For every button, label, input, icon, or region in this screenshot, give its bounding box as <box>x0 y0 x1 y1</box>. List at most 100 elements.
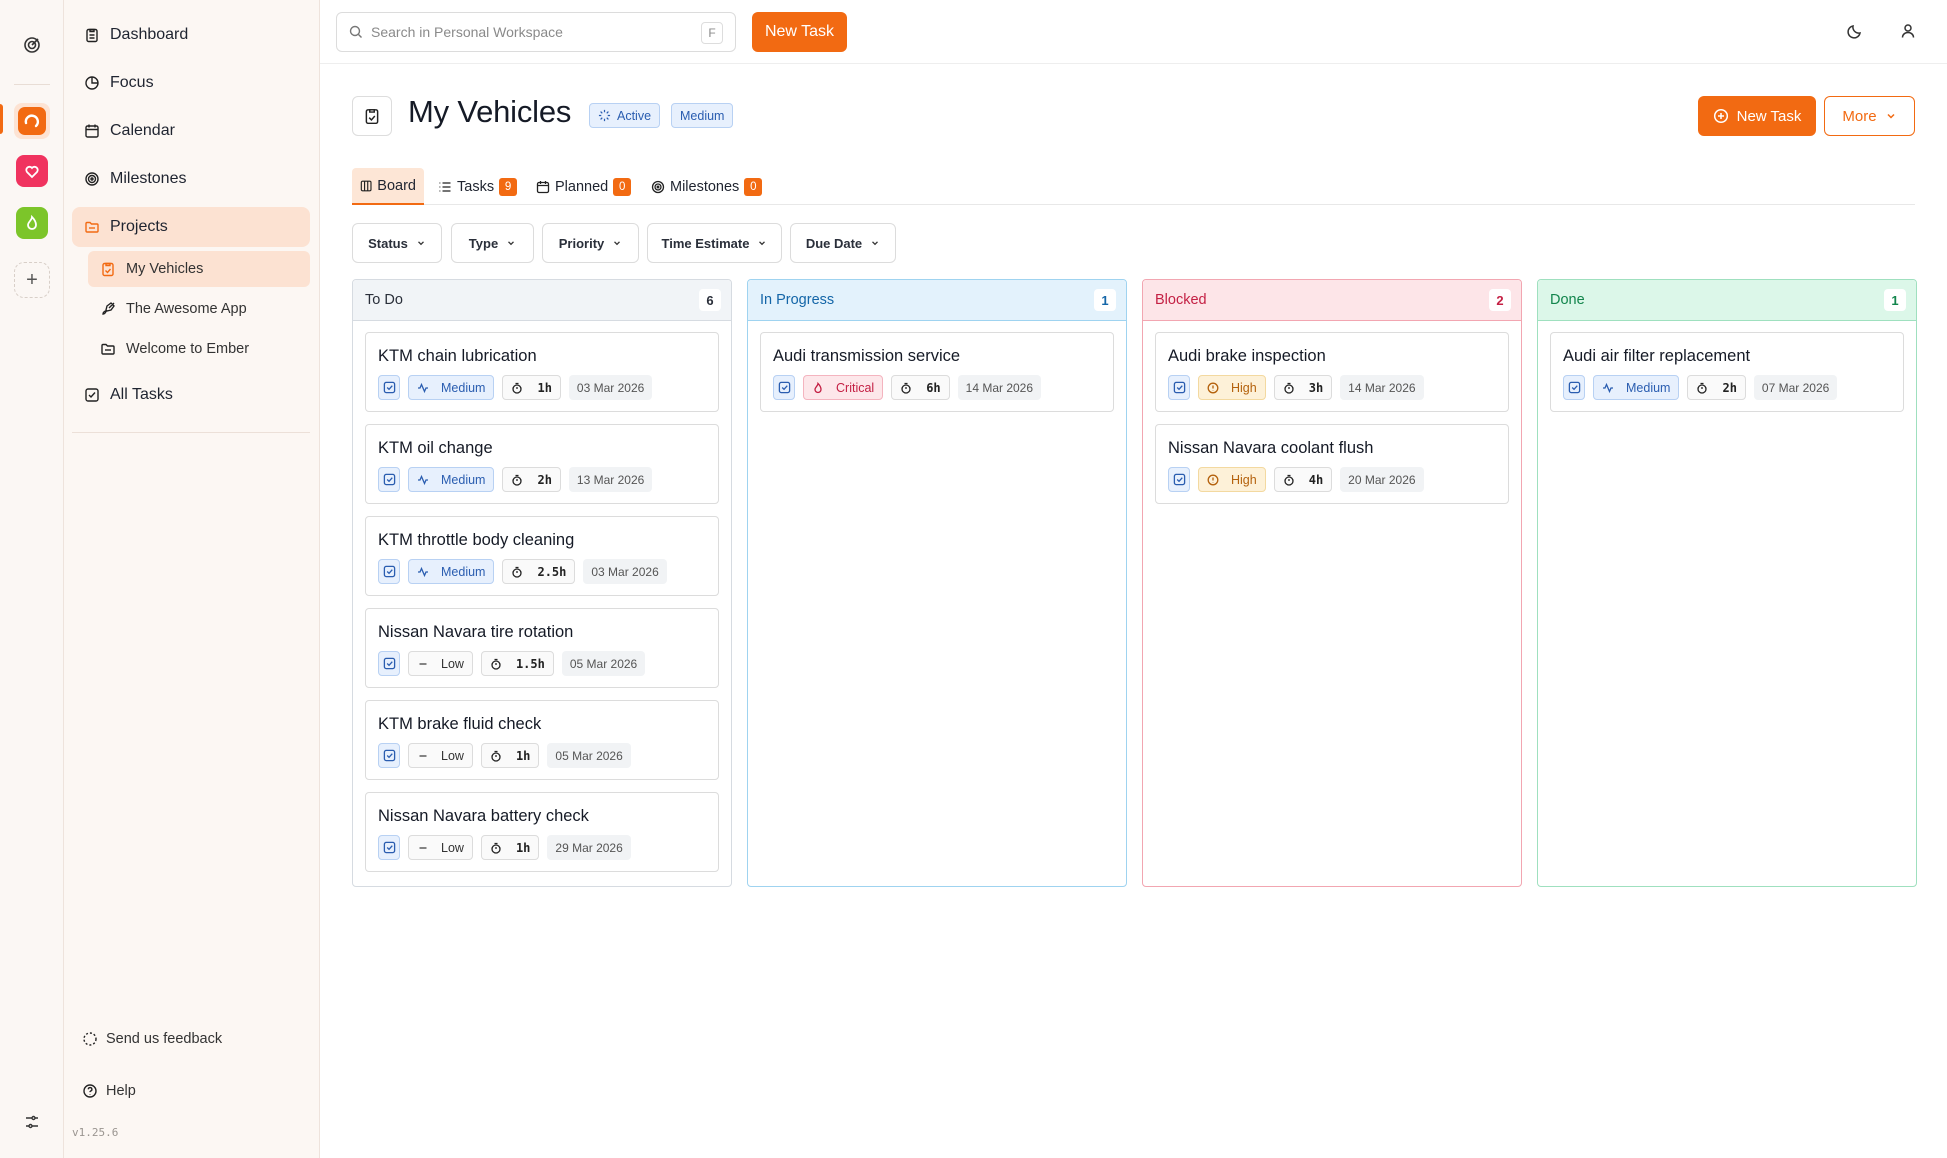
project-item-welcome[interactable]: Welcome to Ember <box>88 331 310 367</box>
due-date-chip: 29 Mar 2026 <box>547 835 631 860</box>
column-count-badge: 6 <box>699 289 721 311</box>
task-card[interactable]: Nissan Navara battery check Low 1h 29 Mar 2… <box>365 792 719 872</box>
task-type-icon <box>773 375 795 400</box>
board-column-blocked: Blocked 2 Audi brake inspection High 3h 14 Ma… <box>1142 279 1522 887</box>
target-icon <box>651 180 665 193</box>
task-card[interactable]: Nissan Navara coolant flush High 4h 20 Mar … <box>1155 424 1509 504</box>
time-estimate-value: 2h <box>537 472 552 487</box>
app-logo-icon[interactable] <box>22 35 42 55</box>
task-card[interactable]: KTM oil change Medium 2h 13 Mar 2026 <box>365 424 719 504</box>
search-shortcut-key: F <box>701 22 723 44</box>
sidebar-item-milestones[interactable]: Milestones <box>72 159 310 199</box>
sidebar-item-dashboard[interactable]: Dashboard <box>72 15 310 55</box>
sidebar-item-label: Focus <box>110 74 154 91</box>
due-date-chip: 03 Mar 2026 <box>583 559 667 584</box>
tab-count-badge: 9 <box>499 177 518 196</box>
column-title: Blocked <box>1155 292 1207 308</box>
tab-count-badge: 0 <box>744 177 763 196</box>
task-card[interactable]: KTM throttle body cleaning Medium 2.5h 03 M… <box>365 516 719 596</box>
loader-icon <box>598 109 611 122</box>
send-feedback-link[interactable]: Send us feedback <box>82 1031 222 1047</box>
task-type-icon <box>378 467 400 492</box>
more-button[interactable]: More <box>1824 96 1915 136</box>
workspace-flame[interactable] <box>16 207 48 239</box>
task-card[interactable]: Audi brake inspection High 3h 14 Mar 2026 <box>1155 332 1509 412</box>
task-card[interactable]: KTM chain lubrication Medium 1h 03 Mar 2026 <box>365 332 719 412</box>
due-date-chip: 14 Mar 2026 <box>957 375 1042 400</box>
sidebar-item-projects[interactable]: Projects <box>72 207 310 247</box>
workspace-personal[interactable] <box>14 103 50 139</box>
task-card[interactable]: KTM brake fluid check Low 1h 05 Mar 2026 <box>365 700 719 780</box>
tab-board[interactable]: Board <box>352 168 424 205</box>
flame-icon <box>812 381 830 394</box>
task-meta: High 4h 20 Mar 2026 <box>1168 467 1432 492</box>
project-item-awesome-app[interactable]: The Awesome App <box>88 291 310 327</box>
new-task-button-top[interactable]: New Task <box>752 12 847 52</box>
folder-icon <box>101 343 115 355</box>
column-title: Done <box>1550 292 1585 308</box>
task-card[interactable]: Nissan Navara tire rotation Low 1.5h 05 Mar… <box>365 608 719 688</box>
timer-icon <box>490 658 508 670</box>
chevron-down-icon <box>417 241 424 246</box>
user-profile-icon[interactable] <box>1899 22 1917 40</box>
project-item-my-vehicles[interactable]: My Vehicles <box>88 251 310 287</box>
filter-type[interactable]: Type <box>451 223 534 263</box>
sidebar-item-label: Projects <box>110 218 168 235</box>
due-date-chip: 05 Mar 2026 <box>561 651 646 676</box>
task-card[interactable]: Audi transmission service Critical 6h 14 Ma… <box>760 332 1114 412</box>
activity-icon <box>417 566 435 578</box>
help-link[interactable]: Help <box>82 1083 136 1099</box>
column-header: Blocked 2 <box>1143 280 1521 321</box>
workspace-heart[interactable] <box>16 155 48 187</box>
active-workspace-indicator <box>0 104 3 134</box>
task-title: KTM brake fluid check <box>378 715 542 733</box>
filter-status[interactable]: Status <box>352 223 442 263</box>
settings-sliders-icon[interactable] <box>24 1114 40 1130</box>
priority-chip: Medium <box>1593 375 1680 400</box>
alert-circle-icon <box>1207 474 1225 486</box>
theme-toggle-moon-icon[interactable] <box>1846 22 1864 40</box>
checkbox-icon <box>85 388 99 402</box>
column-title: To Do <box>365 292 403 308</box>
time-estimate-value: 2.5h <box>537 564 567 579</box>
more-label: More <box>1842 107 1877 125</box>
filter-time-estimate[interactable]: Time Estimate <box>647 223 782 263</box>
sidebar-divider <box>72 432 310 433</box>
status-badge[interactable]: Active <box>589 103 661 128</box>
due-date-chip: 07 Mar 2026 <box>1753 375 1838 400</box>
rocket-icon <box>102 302 115 315</box>
task-card[interactable]: Audi air filter replacement Medium 2h 07 Ma… <box>1550 332 1904 412</box>
chevron-down-icon <box>759 241 766 246</box>
tab-label: Milestones <box>670 178 740 195</box>
tab-milestones[interactable]: Milestones 0 <box>643 168 770 205</box>
board-column-done: Done 1 Audi air filter replacement Medium 2h… <box>1537 279 1917 887</box>
time-estimate-value: 1.5h <box>515 656 545 671</box>
search-input[interactable]: Search in Personal Workspace F <box>336 12 736 52</box>
new-task-button[interactable]: New Task <box>1698 96 1816 136</box>
filter-due-date[interactable]: Due Date <box>790 223 896 263</box>
timer-icon <box>1283 474 1301 486</box>
sidebar-item-focus[interactable]: Focus <box>72 63 310 103</box>
tab-tasks[interactable]: Tasks 9 <box>430 168 525 205</box>
app-version: v1.25.6 <box>72 1126 119 1139</box>
clipboard-check-icon <box>365 109 379 125</box>
sidebar-item-all-tasks[interactable]: All Tasks <box>72 375 310 415</box>
task-title: Audi transmission service <box>773 347 961 365</box>
task-title: Nissan Navara tire rotation <box>378 623 574 641</box>
priority-badge-label: Medium <box>680 108 725 123</box>
column-count-badge: 1 <box>1884 289 1906 311</box>
tab-label: Board <box>377 177 416 194</box>
sidebar-item-calendar[interactable]: Calendar <box>72 111 310 151</box>
tab-planned[interactable]: Planned 0 <box>528 168 639 205</box>
task-title: Audi brake inspection <box>1168 347 1326 365</box>
task-type-icon <box>378 559 400 584</box>
rail-divider <box>14 84 50 85</box>
timer-icon <box>511 474 529 486</box>
priority-badge[interactable]: Medium <box>671 103 734 128</box>
time-estimate-value: 4h <box>1308 472 1324 487</box>
filter-priority[interactable]: Priority <box>542 223 639 263</box>
task-meta: Medium 2h 13 Mar 2026 <box>378 467 660 492</box>
filter-label: Time Estimate <box>661 235 750 251</box>
column-title: In Progress <box>760 292 835 308</box>
add-workspace-button[interactable]: + <box>14 262 50 298</box>
